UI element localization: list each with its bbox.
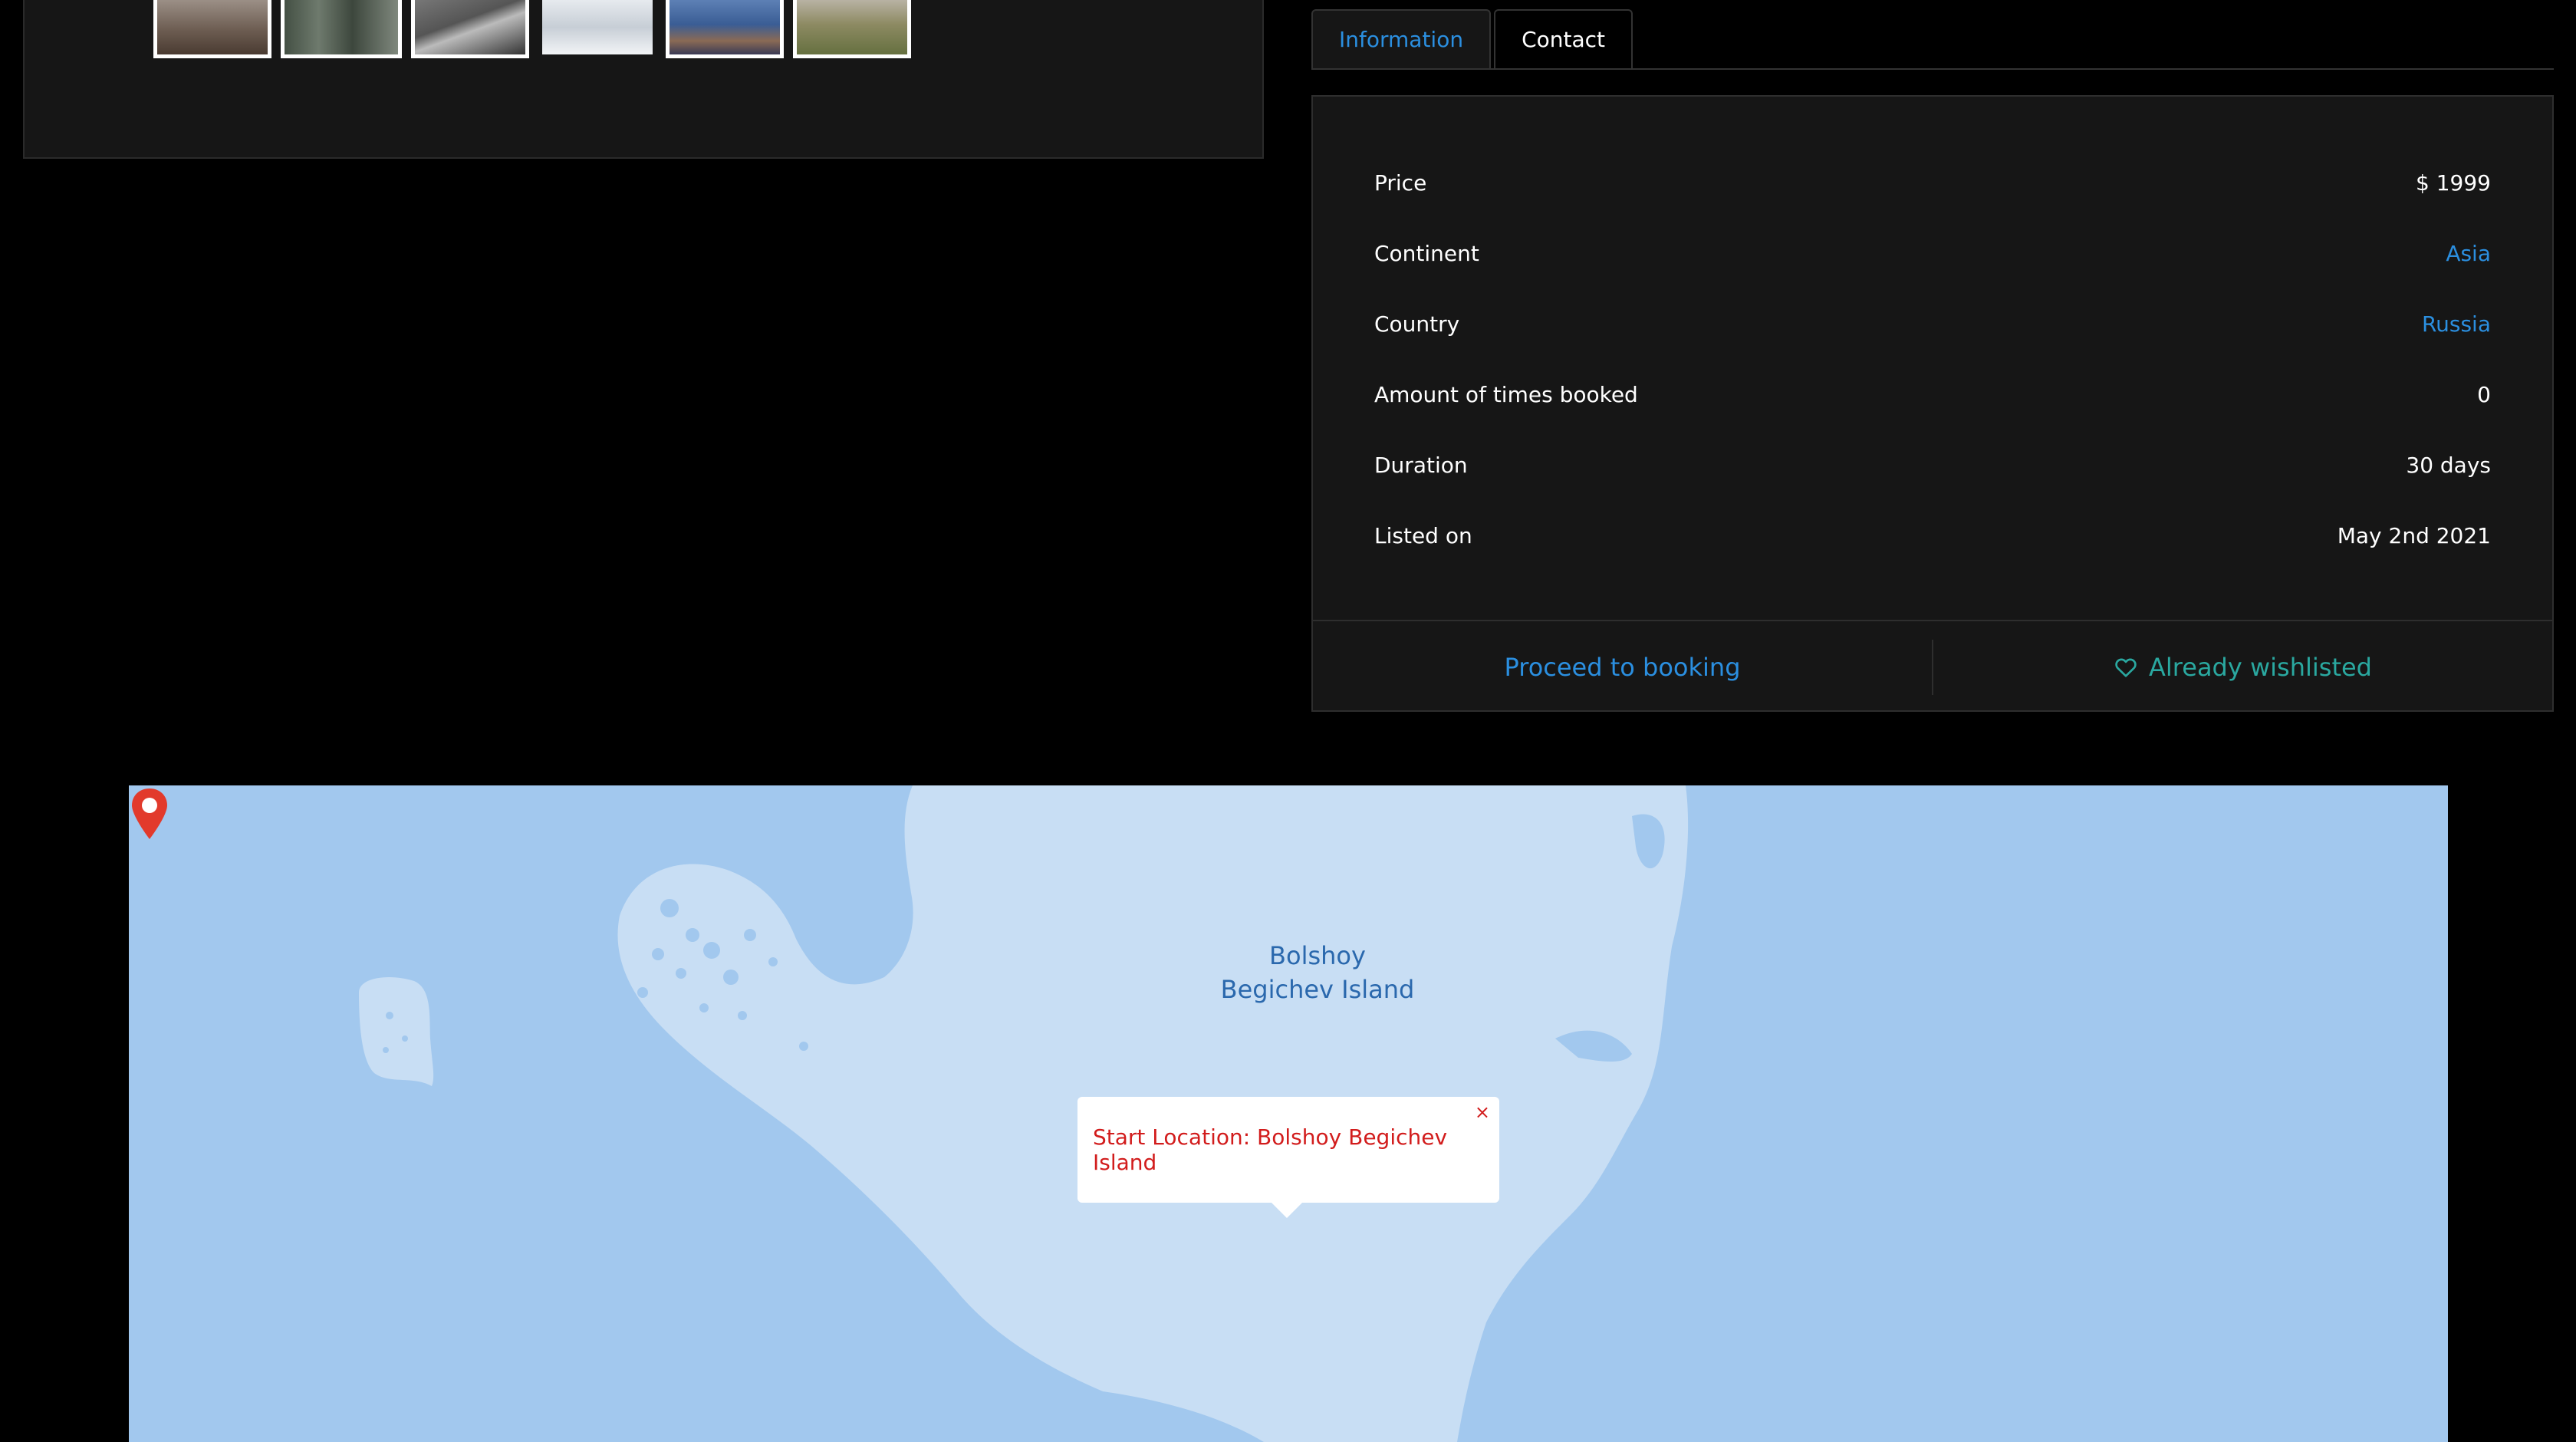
continent-link[interactable]: Asia (2446, 241, 2491, 266)
info-label: Price (1374, 170, 1427, 196)
duration-value: 30 days (2406, 452, 2491, 478)
popup-pointer (1270, 1201, 1304, 1218)
thumbnail-image (157, 0, 268, 54)
thumbnail-image (285, 0, 398, 54)
wishlist-label: Already wishlisted (2149, 653, 2372, 682)
gallery-thumbnail[interactable] (793, 0, 911, 58)
info-row-duration: Duration 30 days (1374, 449, 2491, 480)
booking-label: Proceed to booking (1504, 653, 1741, 682)
thumbnail-image (669, 0, 780, 54)
country-link[interactable]: Russia (2422, 311, 2491, 337)
info-row-times-booked: Amount of times booked 0 (1374, 379, 2491, 410)
detail-tabs: Information Contact (1311, 9, 2554, 70)
island-label: Bolshoy Begichev Island (1080, 939, 1555, 1006)
info-actions: Proceed to booking Already wishlisted (1313, 620, 2552, 713)
proceed-to-booking-button[interactable]: Proceed to booking (1313, 621, 1932, 713)
info-label: Continent (1374, 240, 1479, 266)
heart-icon (2115, 658, 2137, 677)
info-row-price: Price $ 1999 (1374, 167, 2491, 198)
trip-info-panel: Price $ 1999 Continent Asia Country Russ… (1311, 95, 2554, 712)
map-view[interactable]: Bolshoy Begichev Island × Start Location… (129, 785, 2448, 1442)
thumbnail-image (415, 0, 525, 54)
info-row-continent: Continent Asia (1374, 238, 2491, 268)
tab-contact[interactable]: Contact (1494, 9, 1633, 68)
island-label-line-1: Bolshoy (1269, 941, 1366, 970)
gallery-thumbnail[interactable] (281, 0, 402, 58)
gallery-thumbnail[interactable] (153, 0, 271, 58)
thumbnail-image (797, 0, 907, 54)
info-label: Amount of times booked (1374, 381, 1638, 407)
thumbnail-strip (153, 0, 911, 58)
tab-information[interactable]: Information (1311, 9, 1492, 68)
wishlist-button[interactable]: Already wishlisted (1933, 621, 2552, 713)
listed-on-value: May 2nd 2021 (2337, 522, 2491, 548)
info-label: Duration (1374, 452, 1468, 478)
price-value: $ 1999 (2416, 170, 2491, 196)
info-row-listed-on: Listed on May 2nd 2021 (1374, 520, 2491, 551)
popup-text: Start Location: Bolshoy Begichev Island (1093, 1124, 1448, 1175)
times-booked-value: 0 (2477, 381, 2491, 407)
gallery-thumbnail[interactable] (538, 0, 656, 58)
info-label: Country (1374, 311, 1460, 337)
gallery-thumbnail[interactable] (666, 0, 784, 58)
map-pin-icon[interactable] (129, 785, 170, 841)
info-row-country: Country Russia (1374, 308, 2491, 339)
island-label-line-2: Begichev Island (1220, 975, 1415, 1004)
image-gallery (23, 0, 1264, 159)
location-popup: × Start Location: Bolshoy Begichev Islan… (1077, 1097, 1499, 1203)
popup-close-button[interactable]: × (1475, 1101, 1490, 1123)
info-label: Listed on (1374, 522, 1472, 548)
gallery-thumbnail[interactable] (411, 0, 529, 58)
thumbnail-image (542, 0, 653, 54)
